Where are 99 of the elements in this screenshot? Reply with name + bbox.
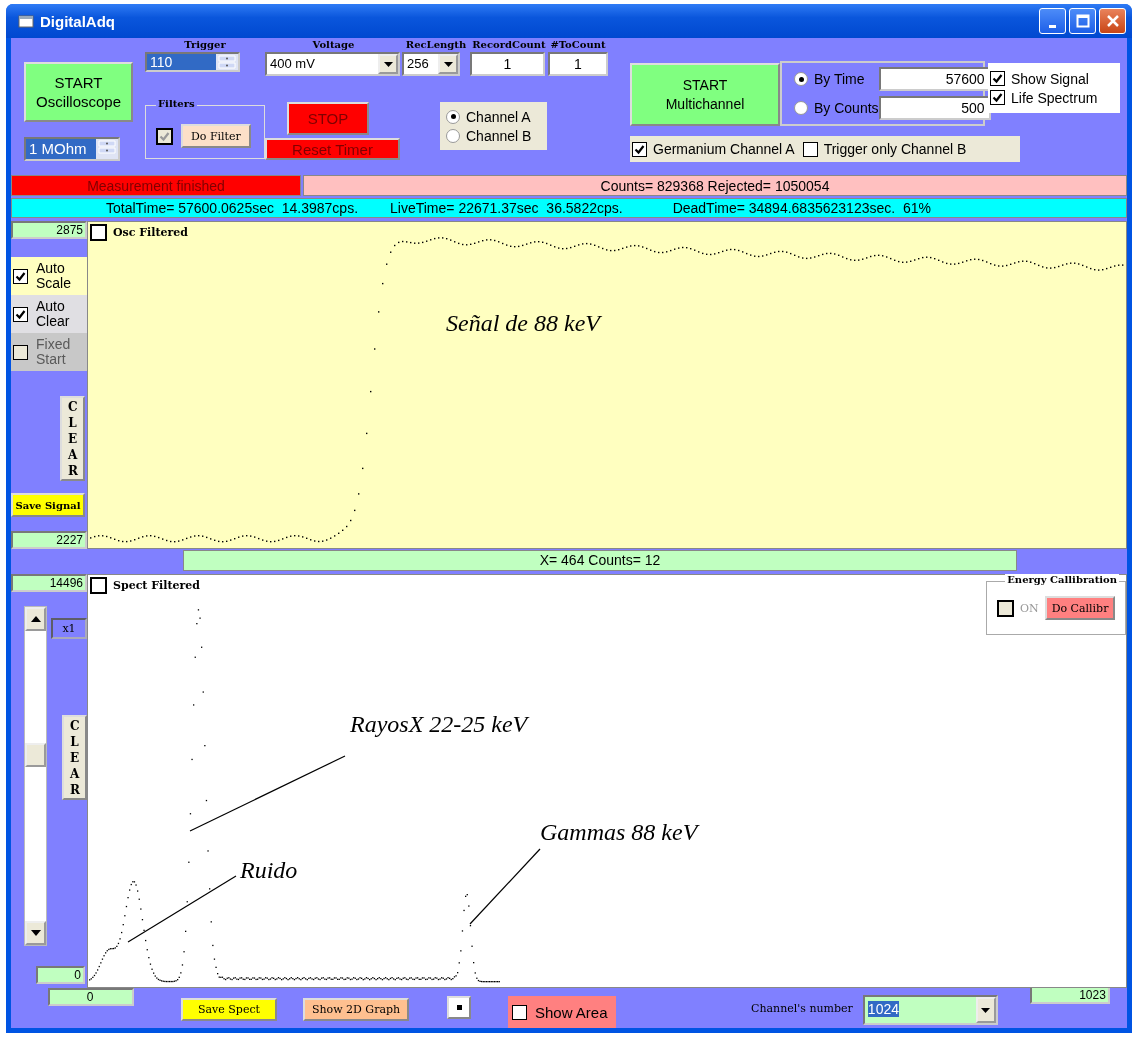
stop-mode-field[interactable]: 500	[878, 95, 991, 120]
status-message: Measurement finished	[11, 175, 301, 196]
display-option-label: Life Spectrum	[1011, 89, 1098, 106]
min-value-field[interactable]: 2227	[11, 531, 87, 549]
to-count-label: #ToCount	[549, 38, 607, 52]
channel-option-label: Channel A	[466, 108, 531, 125]
window-title: DigitalAdq	[40, 12, 116, 30]
option-checkbox-row[interactable]: Auto Clear	[11, 295, 87, 333]
clear-button[interactable]: CLEAR	[60, 396, 85, 481]
max-value-field[interactable]: 2875	[11, 221, 87, 239]
checkbox[interactable]	[997, 599, 1014, 617]
option-label: Fixed Start	[36, 337, 72, 367]
close-icon	[1105, 14, 1120, 28]
maximize-button[interactable]	[1069, 8, 1096, 34]
max-value-field[interactable]: 14496	[11, 574, 87, 592]
option-label: Auto Scale	[36, 261, 73, 291]
spinner-arrows-icon	[216, 54, 238, 70]
channel-option-label: Channel B	[466, 127, 532, 144]
save-spectrum-button[interactable]: Save Spect	[181, 998, 277, 1021]
down-arrow-icon	[30, 930, 41, 936]
counts-readout: Counts= 829368 Rejected= 1050054	[303, 175, 1127, 196]
option-label: Auto Clear	[36, 299, 71, 329]
show-area-label: Show Area	[535, 1003, 608, 1021]
time-readout: LiveTime= 22671.37sec 36.5822cps.	[390, 199, 623, 217]
channel-option-label: Trigger only Channel B	[823, 141, 967, 157]
impedance-spinner[interactable]: 1 MOhm	[24, 137, 120, 161]
filter-label: Spect Filtered	[113, 579, 200, 592]
filter-label: Osc Filtered	[113, 226, 189, 239]
display-option-label: Show Signal	[1011, 70, 1089, 87]
plot-annotation: Gammas 88 keV	[540, 819, 698, 846]
checkbox[interactable]	[990, 90, 1005, 105]
calibration-label: Energy Callibration	[1005, 574, 1119, 585]
channels-select[interactable]: 1024	[862, 995, 998, 1025]
scroll-up-button[interactable]	[25, 607, 46, 631]
show-2d-graph-button[interactable]: Show 2D Graph	[303, 998, 409, 1021]
start-oscilloscope-button[interactable]: START Oscilloscope	[24, 62, 133, 122]
check-icon	[15, 308, 26, 320]
channel-option-label: Germanium Channel A	[653, 141, 795, 157]
plot-annotation: RayosX 22-25 keV	[350, 711, 528, 738]
to-count-field[interactable]: 1	[548, 52, 608, 76]
app-icon	[18, 14, 34, 28]
filters-label: Filters	[156, 98, 197, 109]
scroll-down-button[interactable]	[25, 921, 46, 945]
clear-button[interactable]: CLEAR	[62, 715, 87, 800]
checkbox[interactable]	[802, 141, 818, 157]
option-checkbox-row[interactable]: Auto Scale	[11, 257, 87, 295]
zoom-factor: x1	[51, 618, 87, 639]
cursor-readout: X= 464 Counts= 12	[183, 550, 1017, 571]
check-icon	[159, 130, 170, 142]
minimize-icon	[1049, 24, 1056, 28]
record-count-label: RecordCount	[471, 38, 547, 52]
plot-annotation: Señal de 88 keV	[446, 310, 600, 337]
plot-annotation: Ruido	[240, 857, 298, 884]
trigger-spinner[interactable]: 110	[145, 52, 240, 72]
maximize-icon	[1075, 14, 1090, 28]
scale-scrollbar[interactable]	[24, 606, 47, 946]
voltage-select[interactable]: 400 mV	[265, 52, 400, 76]
stop-mode-label: By Counts	[814, 99, 879, 116]
dropdown-arrow-icon	[981, 1007, 991, 1013]
checkbox[interactable]	[13, 306, 28, 322]
show-area-checkbox-row[interactable]: Show Area	[508, 996, 616, 1028]
checkbox[interactable]	[90, 577, 107, 594]
checkbox[interactable]	[632, 141, 647, 157]
check-icon	[634, 143, 645, 155]
scroll-thumb[interactable]	[25, 743, 46, 767]
radio-button[interactable]	[794, 72, 808, 87]
check-icon	[992, 92, 1003, 103]
checkbox[interactable]	[990, 71, 1005, 86]
record-count-field[interactable]: 1	[470, 52, 545, 76]
start-multichannel-button[interactable]: START Multichannel	[630, 63, 780, 126]
stop-mode-field[interactable]: 57600	[878, 67, 991, 92]
check-icon	[992, 73, 1003, 84]
min-channel-field[interactable]: 0	[48, 988, 134, 1006]
checkbox[interactable]	[13, 268, 28, 284]
radio-button[interactable]	[794, 100, 808, 115]
time-readout: DeadTime= 34894.6835623123sec. 61%	[672, 199, 931, 217]
checkbox[interactable]	[90, 224, 107, 241]
trigger-label: Trigger	[183, 38, 227, 52]
save-signal-button[interactable]: Save Signal	[11, 493, 85, 517]
check-icon	[15, 270, 26, 282]
on-label: ON	[1020, 601, 1039, 615]
min-value-field[interactable]: 0	[36, 966, 85, 984]
close-button[interactable]	[1099, 8, 1126, 34]
do-calibration-button[interactable]: Do Callibr	[1044, 596, 1116, 620]
spinner-arrows-icon	[96, 139, 118, 155]
minimize-button[interactable]	[1039, 8, 1066, 34]
radio-button[interactable]	[446, 109, 460, 124]
dropdown-arrow-icon	[443, 61, 453, 67]
channels-label: Channel's number	[751, 1002, 853, 1015]
record-length-select[interactable]: 256	[402, 52, 460, 76]
radio-button[interactable]	[446, 128, 460, 143]
voltage-label: Voltage	[311, 38, 356, 52]
point-style-button[interactable]	[447, 996, 471, 1019]
record-length-label: RecLength	[404, 38, 468, 52]
up-arrow-icon	[30, 616, 41, 622]
time-readout: TotalTime= 57600.0625sec 14.3987cps.	[106, 199, 359, 217]
stop-mode-label: By Time	[814, 71, 865, 88]
dropdown-arrow-icon	[383, 61, 393, 67]
checkbox[interactable]	[512, 1004, 527, 1020]
